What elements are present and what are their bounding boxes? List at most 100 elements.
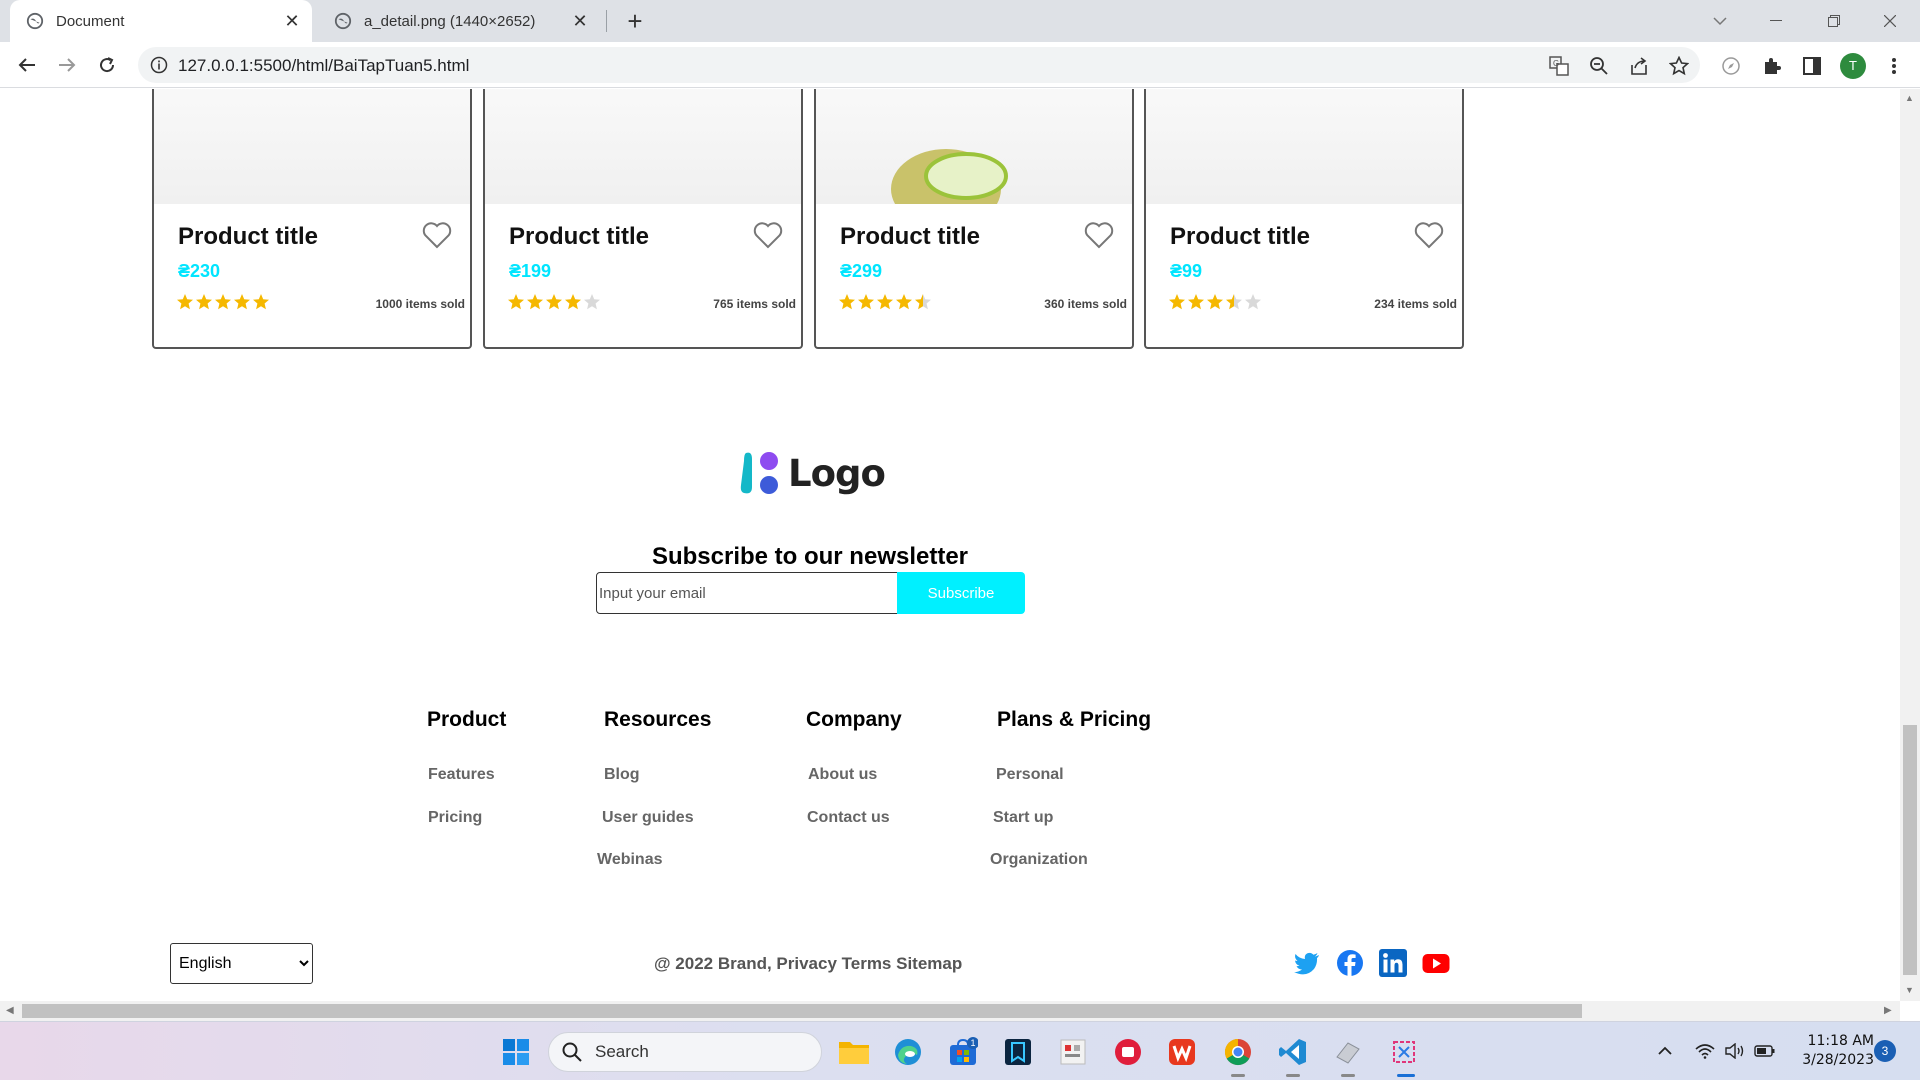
close-tab-icon[interactable]: ✕ <box>566 11 594 32</box>
subscribe-button[interactable]: Subscribe <box>897 572 1025 614</box>
restore-icon[interactable] <box>1806 0 1862 42</box>
footer-link[interactable]: Blog <box>604 766 640 784</box>
reload-icon[interactable] <box>92 50 122 80</box>
clock-date: 3/28/2023 <box>1802 1052 1874 1068</box>
notification-badge[interactable]: 3 <box>1874 1040 1896 1062</box>
heart-icon[interactable] <box>422 221 452 249</box>
product-image <box>816 89 1132 229</box>
extensions-puzzle-icon[interactable] <box>1760 54 1784 78</box>
star-icon <box>896 294 912 310</box>
tab-search-icon[interactable] <box>1692 0 1748 42</box>
product-card[interactable]: Product title ₴199 765 items sold <box>483 89 803 349</box>
heart-icon[interactable] <box>1084 221 1114 249</box>
heart-icon[interactable] <box>1414 221 1444 249</box>
tab-image[interactable]: a_detail.png (1440×2652) ✕ <box>318 0 600 42</box>
footer-link[interactable]: Pricing <box>428 809 482 827</box>
scrollbar-thumb[interactable] <box>22 1004 1582 1018</box>
address-bar[interactable]: 127.0.0.1:5500/html/BaiTapTuan5.html G <box>138 47 1700 83</box>
translate-icon[interactable]: G <box>1548 55 1570 77</box>
share-icon[interactable] <box>1628 55 1650 77</box>
star-icon <box>1226 294 1242 310</box>
footer-link[interactable]: Personal <box>996 766 1064 784</box>
facebook-icon[interactable] <box>1336 949 1364 977</box>
minimize-icon[interactable] <box>1748 0 1804 42</box>
profile-avatar[interactable]: T <box>1840 53 1866 79</box>
app-gray-icon[interactable] <box>1330 1034 1366 1070</box>
close-window-icon[interactable] <box>1862 0 1918 42</box>
footer-heading-company: Company <box>806 708 902 731</box>
file-explorer-icon[interactable] <box>836 1034 872 1070</box>
heart-icon[interactable] <box>753 221 783 249</box>
running-indicator <box>1341 1074 1355 1077</box>
linkedin-icon[interactable] <box>1379 949 1407 977</box>
horizontal-scrollbar[interactable]: ◀ ▶ <box>0 1001 1900 1021</box>
footer-link[interactable]: User guides <box>602 809 694 827</box>
volume-icon[interactable] <box>1724 1040 1746 1062</box>
product-card[interactable]: Product title ₴99 234 items sold <box>1144 89 1464 349</box>
wifi-icon[interactable] <box>1694 1040 1716 1062</box>
clock-time: 11:18 AM <box>1807 1033 1874 1049</box>
youtube-icon[interactable] <box>1422 949 1450 977</box>
star-icon <box>196 294 212 310</box>
footer-link[interactable]: Contact us <box>807 809 890 827</box>
email-input[interactable] <box>596 572 899 614</box>
vscode-icon[interactable] <box>1275 1034 1311 1070</box>
vertical-scrollbar[interactable]: ▲ ▼ <box>1900 89 1920 1001</box>
star-icon <box>1188 294 1204 310</box>
scroll-down-arrow-icon[interactable]: ▼ <box>1905 985 1914 995</box>
scroll-right-arrow-icon[interactable]: ▶ <box>1884 1005 1892 1016</box>
battery-icon[interactable] <box>1754 1040 1776 1062</box>
items-sold: 765 items sold <box>713 297 796 311</box>
tab-document[interactable]: Document ✕ <box>10 0 312 42</box>
star-icon <box>527 294 543 310</box>
snipping-tool-icon[interactable] <box>1386 1034 1422 1070</box>
footer-link[interactable]: Webinas <box>597 851 663 869</box>
edge-browser-icon[interactable] <box>890 1034 926 1070</box>
bookmark-star-icon[interactable] <box>1668 55 1690 77</box>
product-price: ₴199 <box>509 261 552 281</box>
items-sold: 360 items sold <box>1044 297 1127 311</box>
new-tab-button[interactable]: + <box>620 6 650 36</box>
taskbar-search[interactable]: Search <box>548 1032 822 1072</box>
footer-link[interactable]: About us <box>808 766 877 784</box>
system-clock[interactable]: 11:18 AM 3/28/2023 <box>1792 1032 1874 1070</box>
search-label: Search <box>595 1042 649 1061</box>
wps-office-icon[interactable] <box>1164 1034 1200 1070</box>
extension-compass-icon[interactable] <box>1719 54 1743 78</box>
close-tab-icon[interactable]: ✕ <box>278 11 306 32</box>
product-card[interactable]: Product title ₴230 1000 items sold <box>152 89 472 349</box>
more-menu-icon[interactable] <box>1882 54 1906 78</box>
star-icon <box>839 294 855 310</box>
footer-link[interactable]: Start up <box>993 809 1053 827</box>
product-card[interactable]: Product title ₴299 360 items sold <box>814 89 1134 349</box>
star-icon <box>508 294 524 310</box>
product-image <box>1146 89 1462 204</box>
product-image <box>154 89 470 204</box>
side-panel-icon[interactable] <box>1800 54 1824 78</box>
app-dark-icon[interactable] <box>1000 1034 1036 1070</box>
footer-logo[interactable]: Logo <box>738 449 886 497</box>
chevron-up-icon[interactable] <box>1654 1040 1676 1062</box>
browser-tab-strip: Document ✕ a_detail.png (1440×2652) ✕ + <box>0 0 1920 42</box>
zoom-out-icon[interactable] <box>1588 55 1610 77</box>
scrollbar-thumb[interactable] <box>1903 725 1917 975</box>
chrome-icon[interactable] <box>1220 1034 1256 1070</box>
star-icon <box>1207 294 1223 310</box>
twitter-icon[interactable] <box>1293 949 1321 977</box>
windows-start-icon[interactable] <box>498 1034 534 1070</box>
scroll-left-arrow-icon[interactable]: ◀ <box>6 1005 14 1016</box>
language-select[interactable]: English <box>170 943 313 984</box>
ms-store-icon[interactable]: 1 <box>945 1034 981 1070</box>
scroll-up-arrow-icon[interactable]: ▲ <box>1905 93 1914 103</box>
star-rating <box>838 293 933 311</box>
app-red-icon[interactable] <box>1110 1034 1146 1070</box>
app-tools-icon[interactable] <box>1055 1034 1091 1070</box>
star-rating <box>1168 293 1263 311</box>
back-icon[interactable] <box>12 50 42 80</box>
footer-link[interactable]: Features <box>428 766 495 784</box>
search-icon <box>562 1042 582 1062</box>
footer-link[interactable]: Organization <box>990 851 1088 869</box>
footer-heading-product: Product <box>427 708 507 731</box>
site-info-icon[interactable] <box>150 56 168 74</box>
forward-icon[interactable] <box>52 50 82 80</box>
